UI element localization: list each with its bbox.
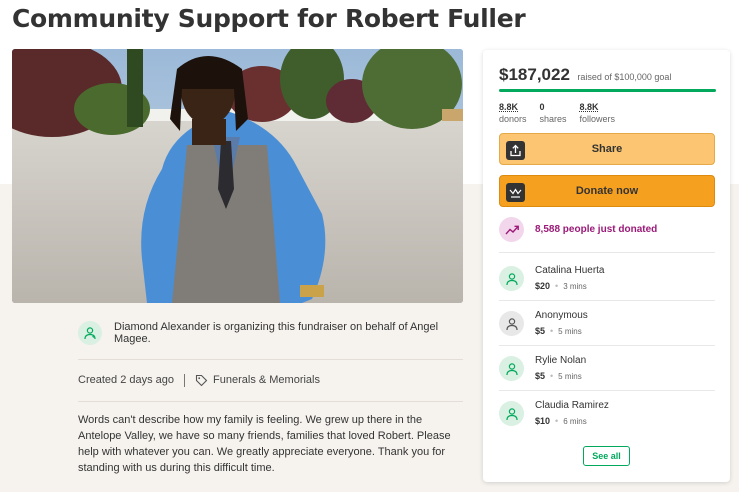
recent-donations-row: 8,588 people just donated xyxy=(499,217,657,242)
stat-shares: 0 shares xyxy=(540,101,567,125)
donor-name: Anonymous xyxy=(535,310,588,321)
created-date: Created 2 days ago xyxy=(78,374,175,386)
stats-row: 8.8K donors 0 shares 8.8K followers xyxy=(499,101,628,125)
divider xyxy=(78,359,463,360)
card-divider xyxy=(499,252,715,253)
dot-separator: • xyxy=(555,281,559,291)
donation-time: 3 mins xyxy=(563,282,587,291)
stat-shares-value: 0 xyxy=(539,102,545,112)
donation-amount: $10 xyxy=(535,416,551,426)
donor-name: Rylie Nolan xyxy=(535,355,587,366)
donation-amount: $5 xyxy=(535,326,546,336)
person-heart-icon xyxy=(499,401,524,426)
share-icon xyxy=(506,141,525,160)
trending-up-icon xyxy=(499,217,524,242)
donation-time: 5 mins xyxy=(558,327,582,336)
organizer-avatar xyxy=(78,321,102,345)
recent-donations-text: 8,588 people just donated xyxy=(535,224,658,235)
stat-followers[interactable]: 8.8K followers xyxy=(580,101,616,125)
donation-amount: $5 xyxy=(535,371,546,381)
card-divider xyxy=(499,300,715,301)
stat-donors-label: donors xyxy=(499,114,527,124)
donor-name: Catalina Huerta xyxy=(535,265,605,276)
organizer-text: Diamond Alexander is organizing this fun… xyxy=(114,321,439,345)
progress-bar xyxy=(499,89,716,92)
donate-button-label: Donate now xyxy=(575,185,639,197)
donor-name: Claudia Ramirez xyxy=(535,400,609,411)
tag-icon xyxy=(195,374,208,387)
donation-item: Catalina Huerta $20 • 3 mins xyxy=(499,264,604,294)
hero-photo xyxy=(12,49,463,303)
see-all-button[interactable]: See all xyxy=(583,446,630,466)
donation-card: $187,022 raised of $100,000 goal 8.8K do… xyxy=(483,50,730,482)
person-heart-icon xyxy=(499,266,524,291)
dot-separator: • xyxy=(555,416,559,426)
donation-time: 6 mins xyxy=(563,417,587,426)
page-title: Community Support for Robert Fuller xyxy=(12,4,526,33)
story-text: Words can't describe how my family is fe… xyxy=(78,414,451,474)
organizer-row: Diamond Alexander is organizing this fun… xyxy=(78,320,463,346)
donation-time: 5 mins xyxy=(558,372,582,381)
fundraiser-meta: Created 2 days ago Funerals & Memorials xyxy=(78,372,320,388)
donation-amount: $20 xyxy=(535,281,551,291)
stat-followers-label: followers xyxy=(579,114,616,124)
dot-separator: • xyxy=(550,371,554,381)
stat-donors[interactable]: 8.8K donors xyxy=(499,101,527,125)
share-button-label: Share xyxy=(591,143,623,155)
stat-donors-value: 8.8K xyxy=(499,102,519,112)
donate-button[interactable]: Donate now xyxy=(499,175,715,207)
stat-shares-label: shares xyxy=(539,114,567,124)
card-divider xyxy=(499,345,715,346)
stat-followers-value: 8.8K xyxy=(579,102,599,112)
donation-item: Claudia Ramirez $10 • 6 mins xyxy=(499,399,609,429)
meta-separator xyxy=(184,373,186,387)
person-heart-icon xyxy=(84,327,96,340)
donation-item: Rylie Nolan $5 • 5 mins xyxy=(499,354,586,384)
gofundme-logo-icon xyxy=(506,183,525,202)
donation-item: Anonymous $5 • 5 mins xyxy=(499,309,588,339)
goal-text: raised of $100,000 goal xyxy=(577,72,672,82)
divider xyxy=(78,401,463,402)
amount-row: $187,022 raised of $100,000 goal xyxy=(499,65,671,85)
category-link[interactable]: Funerals & Memorials xyxy=(213,374,320,386)
share-button[interactable]: Share xyxy=(499,133,715,165)
person-heart-icon xyxy=(499,356,524,381)
progress-fill xyxy=(499,89,716,92)
dot-separator: • xyxy=(550,326,554,336)
card-divider xyxy=(499,390,715,391)
amount-raised: $187,022 xyxy=(499,65,570,84)
person-heart-icon xyxy=(499,311,524,336)
